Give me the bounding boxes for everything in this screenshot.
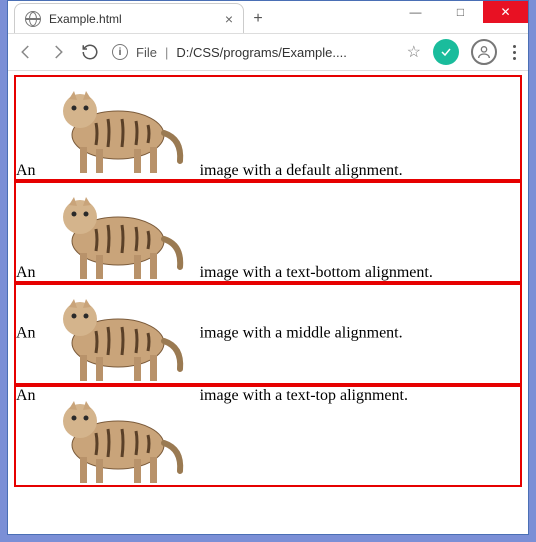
url-scheme-label: File [136, 45, 157, 60]
tiger-image [36, 285, 196, 383]
titlebar: Example.html × + ― □ ✕ [8, 1, 528, 33]
tiger-image [36, 183, 196, 281]
row-text-before: An [16, 325, 36, 342]
row-text-before: An [16, 264, 36, 281]
url-field[interactable]: i File | D:/CSS/programs/Example.... [112, 44, 395, 60]
url-separator: | [165, 45, 168, 60]
reload-button[interactable] [80, 42, 100, 62]
site-info-icon[interactable]: i [112, 44, 128, 60]
tab-title: Example.html [49, 12, 217, 26]
bookmark-icon[interactable]: ☆ [407, 42, 421, 62]
example-row-text-top: An image with a text-top alignment. [14, 385, 522, 487]
url-text: D:/CSS/programs/Example.... [176, 45, 347, 60]
example-row-default: An image with a default alignment. [14, 75, 522, 181]
close-window-button[interactable]: ✕ [483, 1, 528, 23]
tiger-image [36, 77, 196, 175]
tiger-image [36, 387, 196, 485]
profile-button[interactable] [471, 39, 497, 65]
example-row-middle: An image with a middle alignment. [14, 283, 522, 385]
extension-button[interactable] [433, 39, 459, 65]
new-tab-button[interactable]: + [244, 5, 272, 33]
globe-icon [25, 11, 41, 27]
address-bar: i File | D:/CSS/programs/Example.... ☆ [8, 33, 528, 71]
minimize-button[interactable]: ― [393, 1, 438, 23]
browser-tab[interactable]: Example.html × [14, 3, 244, 33]
browser-window: Example.html × + ― □ ✕ i File | D:/CSS/p… [7, 0, 529, 535]
row-text-after: image with a middle alignment. [200, 325, 403, 342]
close-tab-icon[interactable]: × [225, 11, 233, 27]
page-content: An image with a default alignment. An im… [8, 71, 528, 534]
back-button[interactable] [16, 42, 36, 62]
maximize-button[interactable]: □ [438, 1, 483, 23]
row-text-after: image with a default alignment. [200, 162, 403, 179]
forward-button[interactable] [48, 42, 68, 62]
row-text-after: image with a text-top alignment. [200, 387, 408, 404]
row-text-before: An [16, 387, 36, 404]
row-text-after: image with a text-bottom alignment. [200, 264, 433, 281]
row-text-before: An [16, 162, 36, 179]
example-row-text-bottom: An image with a text-bottom alignment. [14, 181, 522, 283]
window-controls: ― □ ✕ [393, 1, 528, 23]
menu-button[interactable] [509, 45, 520, 60]
